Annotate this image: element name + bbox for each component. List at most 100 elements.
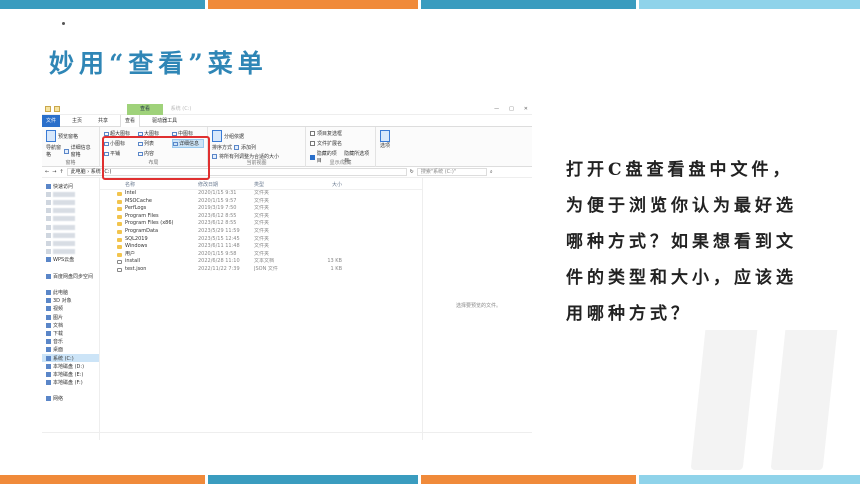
preview-message: 选择要预览的文件。: [456, 303, 502, 309]
folder-icon: [46, 208, 51, 214]
item-checkbox-toggle[interactable]: 项目复选框: [310, 130, 371, 137]
sidebar-item[interactable]: WPS云盘: [42, 256, 99, 264]
sidebar-item[interactable]: [42, 207, 99, 215]
sidebar-item-label: 图片: [53, 314, 64, 321]
maximize-icon[interactable]: □: [509, 104, 514, 115]
table-row[interactable]: SQL2019 2023/5/15 12:45 文件夹: [100, 236, 422, 244]
folder-icon: [117, 222, 122, 227]
sidebar-item[interactable]: 3D 对象: [42, 297, 99, 305]
file-type: 文件夹: [254, 197, 270, 204]
table-row[interactable]: PerfLogs 2019/3/19 7:50 文件夹: [100, 205, 422, 213]
file-type: 文本文档: [254, 258, 275, 265]
options-button[interactable]: 选项: [376, 127, 400, 167]
file-icon: [117, 267, 122, 272]
file-name: MSOCache: [100, 198, 198, 206]
sidebar-item[interactable]: 本地磁盘 (E:): [42, 370, 99, 378]
sidebar-item[interactable]: [42, 280, 99, 288]
file-size: 13 KB: [327, 258, 342, 265]
options-icon: [380, 130, 390, 142]
sidebar-item[interactable]: [42, 198, 99, 206]
sidebar-item[interactable]: [42, 190, 99, 198]
column-size[interactable]: 大小: [306, 181, 342, 189]
sidebar-item[interactable]: [42, 387, 99, 395]
forward-icon[interactable]: →: [52, 169, 56, 175]
table-row[interactable]: MSOCache 2020/1/15 9:57 文件夹: [100, 198, 422, 206]
sidebar-item[interactable]: [42, 231, 99, 239]
slide-title: 妙用“查看”菜单: [49, 49, 268, 78]
file-type: 文件夹: [254, 250, 270, 257]
decor-bar: [0, 475, 205, 484]
sidebar-item[interactable]: [42, 223, 99, 231]
up-icon[interactable]: ↑: [59, 169, 63, 175]
table-row[interactable]: Windows 2023/6/11 11:48 文件夹: [100, 243, 422, 251]
tab-view[interactable]: 查看: [120, 114, 141, 127]
decor-bar: [639, 0, 860, 9]
sidebar-item[interactable]: [42, 239, 99, 247]
sidebar-item[interactable]: 视频: [42, 305, 99, 313]
sidebar-item[interactable]: 网络: [42, 395, 99, 403]
refresh-icon[interactable]: ↻: [410, 169, 414, 175]
column-type[interactable]: 类型: [254, 181, 306, 189]
sidebar-item[interactable]: 本地磁盘 (D:): [42, 362, 99, 370]
search-input[interactable]: 搜索"系统 (C:)": [416, 168, 487, 176]
column-name[interactable]: 名称: [100, 181, 198, 189]
table-row[interactable]: Intel 2020/1/15 9:31 文件夹: [100, 190, 422, 198]
sidebar-item[interactable]: [42, 264, 99, 272]
table-row[interactable]: install 2022/6/28 11:10 文本文档 13 KB: [100, 258, 422, 266]
decor-bar: [421, 0, 636, 9]
folder-icon: [46, 224, 51, 230]
tab-share[interactable]: 共享: [94, 115, 112, 127]
sidebar-item-label: 本地磁盘 (F:): [53, 380, 83, 387]
group-by-button[interactable]: 分组依据: [224, 133, 244, 140]
sidebar-item[interactable]: 文档: [42, 321, 99, 329]
column-date[interactable]: 修改日期: [198, 181, 254, 189]
table-row[interactable]: Program Files 2023/6/12 8:55 文件夹: [100, 213, 422, 221]
navigation-pane-icon[interactable]: [46, 130, 56, 142]
sidebar-item-label: 快速访问: [53, 183, 74, 190]
table-row[interactable]: ProgramData 2023/5/29 11:59 文件夹: [100, 228, 422, 236]
search-icon[interactable]: ⌕: [490, 169, 493, 175]
table-row[interactable]: Program Files (x86) 2023/6/12 8:55 文件夹: [100, 220, 422, 228]
file-size: [306, 198, 342, 206]
back-icon[interactable]: ←: [45, 169, 49, 175]
file-type: 文件夹: [254, 212, 270, 219]
sidebar-item[interactable]: 系统 (C:): [42, 353, 99, 363]
sidebar-item[interactable]: 百度网盘同步空间: [42, 272, 99, 280]
sidebar-item[interactable]: 本地磁盘 (F:): [42, 379, 99, 387]
status-bar: [42, 432, 532, 440]
sidebar-item[interactable]: 桌面: [42, 346, 99, 354]
decor-bar: [639, 475, 860, 484]
details-pane-button[interactable]: 详细信息窗格: [71, 144, 95, 158]
context-tab-manage[interactable]: 查看: [127, 104, 163, 115]
sort-button[interactable]: 排序方式: [212, 144, 232, 151]
table-row[interactable]: 用户 2020/1/15 9:58 文件夹: [100, 251, 422, 259]
sidebar-item-label: 网络: [53, 396, 64, 403]
file-type: 文件夹: [254, 243, 270, 250]
sidebar-item[interactable]: 音乐: [42, 338, 99, 346]
file-extension-toggle[interactable]: 文件扩展名: [310, 140, 371, 147]
folder-icon: [46, 314, 51, 320]
minimize-icon[interactable]: —: [494, 104, 499, 115]
sidebar-item[interactable]: 图片: [42, 313, 99, 321]
preview-pane-button[interactable]: 预览窗格: [58, 133, 78, 140]
tab-file[interactable]: 文件: [42, 114, 61, 127]
sidebar-item[interactable]: [42, 215, 99, 223]
file-size: 1 KB: [330, 265, 342, 272]
navigation-pane: 快速访问 WPS云盘百度网盘同步空间 此电脑 3D 对象 视频 图片 文档 下载 音乐 桌面 系统 …: [42, 178, 100, 440]
quote-mark-decor: [640, 330, 860, 472]
table-row[interactable]: test.json 2022/11/22 7:39 JSON 文件 1 KB: [100, 266, 422, 274]
sidebar-item[interactable]: 快速访问: [42, 182, 99, 190]
tab-home[interactable]: 主页: [68, 115, 86, 127]
sidebar-item[interactable]: 下载: [42, 329, 99, 337]
sidebar-item-label: 视频: [53, 306, 64, 313]
navigation-pane-button[interactable]: 导航窗格: [46, 144, 62, 158]
decor-bar: [0, 0, 205, 9]
sort-icon[interactable]: [212, 130, 222, 142]
sidebar-item[interactable]: [42, 248, 99, 256]
tab-drive-tools[interactable]: 驱动器工具: [148, 115, 181, 127]
sidebar-item[interactable]: 此电脑: [42, 288, 99, 296]
file-name: test.json: [100, 266, 198, 274]
file-date: 2023/5/29 11:59: [198, 227, 240, 234]
close-icon[interactable]: ✕: [524, 104, 528, 115]
add-column-button[interactable]: 添加列: [241, 144, 256, 151]
